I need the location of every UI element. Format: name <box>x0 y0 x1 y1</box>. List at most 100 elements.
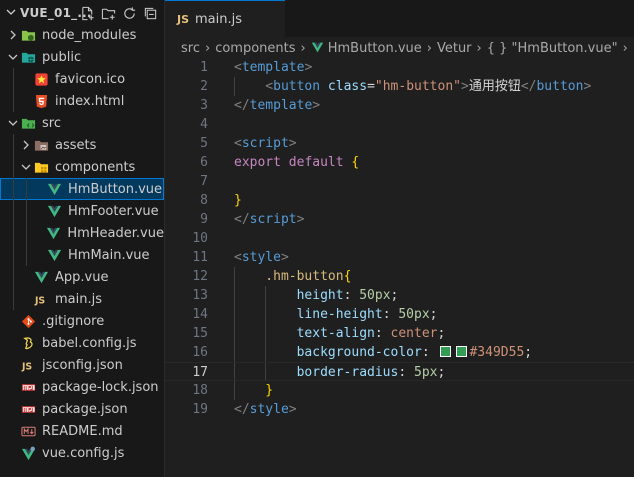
explorer-actions <box>79 5 158 21</box>
chevron-down-icon[interactable] <box>6 52 20 62</box>
code-line[interactable]: 3 </template> <box>165 96 634 115</box>
code-token: ; <box>524 345 533 360</box>
breadcrumb-vetur[interactable]: Vetur <box>437 41 472 56</box>
indent-guide <box>234 267 235 286</box>
tree-item[interactable]: README.md <box>0 420 164 442</box>
js-icon: JS <box>20 357 36 373</box>
tree-item[interactable]: src <box>0 112 164 134</box>
tree-item[interactable]: JS jsconfig.json <box>0 354 164 376</box>
code-token: style <box>241 250 281 265</box>
tree-item-label: src <box>42 115 61 131</box>
new-file-icon[interactable] <box>79 5 95 21</box>
tab-bar: JS main.js <box>165 0 634 37</box>
tree-item[interactable]: HmButton.vue <box>0 178 164 200</box>
tree-item[interactable]: App.vue <box>0 266 164 288</box>
code-token: = <box>367 79 375 94</box>
code-line[interactable]: 7 <box>165 172 634 191</box>
code-token: border-radius <box>296 365 399 380</box>
tree-item[interactable]: babel.config.js <box>0 332 164 354</box>
tree-item[interactable]: HmHeader.vue <box>0 222 164 244</box>
code-text: border-radius: 5px; <box>297 363 446 382</box>
tree-item[interactable]: components <box>0 156 164 178</box>
code-token: { <box>343 269 352 284</box>
code-token: ; <box>437 365 446 380</box>
code-text: } <box>265 381 273 400</box>
code-text: .hm-button{ <box>265 267 351 286</box>
code-text: } <box>234 191 242 210</box>
code-text: text-align: center; <box>297 324 446 343</box>
babel-icon <box>20 335 36 351</box>
code-token: < <box>265 79 274 94</box>
code-line[interactable]: 9 </script> <box>165 210 634 229</box>
tree-item-label: components <box>55 159 136 175</box>
git-icon <box>20 313 36 329</box>
tree-item[interactable]: JS main.js <box>0 288 164 310</box>
code-line[interactable]: 19 </style> <box>165 400 634 419</box>
tree-item[interactable]: favicon.ico <box>0 68 164 90</box>
line-number: 16 <box>192 345 208 360</box>
tab-main-js[interactable]: JS main.js <box>165 0 285 37</box>
vue-icon <box>46 181 62 197</box>
tree-item[interactable]: package.json <box>0 398 164 420</box>
tree-item[interactable]: node_modules <box>0 24 164 46</box>
line-number: 15 <box>192 326 208 341</box>
chevron-right-icon[interactable] <box>6 30 20 40</box>
new-folder-icon[interactable] <box>100 5 116 21</box>
code-line[interactable]: 15 text-align: center; <box>165 324 634 343</box>
code-line[interactable]: 18} <box>165 381 634 400</box>
npm-icon <box>20 401 36 417</box>
indent-guide <box>13 266 14 288</box>
breadcrumb-src[interactable]: src <box>181 41 200 56</box>
code-line[interactable]: 4 <box>165 115 634 134</box>
tree-item[interactable]: assets <box>0 134 164 156</box>
refresh-icon[interactable] <box>121 5 137 21</box>
indent-guide <box>13 244 14 266</box>
breadcrumb-module[interactable]: { } "HmButton.vue" <box>487 41 618 56</box>
js-icon: JS <box>177 12 190 26</box>
chevron-down-icon[interactable] <box>19 162 33 172</box>
chevron-down-icon[interactable] <box>6 118 20 128</box>
code-line[interactable]: 10 <box>165 229 634 248</box>
code-token: > <box>280 250 289 265</box>
code-line[interactable]: 14 line-height: 50px; <box>165 305 634 324</box>
code-line[interactable]: 6 export default { <box>165 153 634 172</box>
breadcrumb-file[interactable]: HmButton.vue <box>328 41 422 56</box>
code-line[interactable]: 13 height: 50px; <box>165 286 634 305</box>
tree-item[interactable]: vue.config.js <box>0 442 164 464</box>
tree-item-label: App.vue <box>55 269 109 285</box>
indent-guide <box>13 178 14 200</box>
favicon-icon <box>33 71 49 87</box>
code-line[interactable]: 8} <box>165 191 634 210</box>
code-text: <style> <box>234 248 289 267</box>
tree-item[interactable]: index.html <box>0 90 164 112</box>
chevron-right-icon[interactable] <box>19 140 33 150</box>
code-line[interactable]: 11 <style> <box>165 248 634 267</box>
tree-item[interactable]: .gitignore <box>0 310 164 332</box>
code-line[interactable]: 5 <script> <box>165 134 634 153</box>
code-line[interactable]: 12 .hm-button{ <box>165 267 634 286</box>
breadcrumb-components[interactable]: components <box>215 41 295 56</box>
collapse-all-icon[interactable] <box>142 5 158 21</box>
tree-item-label: .gitignore <box>42 313 105 329</box>
tree-item-label: HmHeader.vue <box>67 225 164 241</box>
chevron-right-icon: › <box>204 40 211 56</box>
vue-icon <box>46 225 62 241</box>
line-number: 18 <box>192 383 208 398</box>
tab-label: main.js <box>195 11 243 27</box>
code-editor[interactable]: 1 <template> 2 <button class="hm-button">通用… <box>165 58 634 477</box>
tree-item[interactable]: HmMain.vue <box>0 244 164 266</box>
tree-item[interactable]: public <box>0 46 164 68</box>
indent-guide <box>265 286 267 305</box>
tree-item[interactable]: HmFooter.vue <box>0 200 164 222</box>
line-number: 3 <box>200 98 208 113</box>
code-line[interactable]: 16 background-color: #349D55; <box>165 343 634 362</box>
code-line[interactable]: 17 border-radius: 5px; <box>165 362 634 381</box>
code-token: button <box>536 79 584 94</box>
code-line[interactable]: 2 <button class="hm-button">通用按钮</button> <box>165 77 634 96</box>
tree-item[interactable]: package-lock.json <box>0 376 164 398</box>
code-line[interactable]: 1 <template> <box>165 58 634 77</box>
code-token: > <box>312 98 321 113</box>
line-number: 1 <box>200 60 208 75</box>
chevron-right-icon: › <box>622 40 628 56</box>
line-number: 11 <box>192 250 208 265</box>
